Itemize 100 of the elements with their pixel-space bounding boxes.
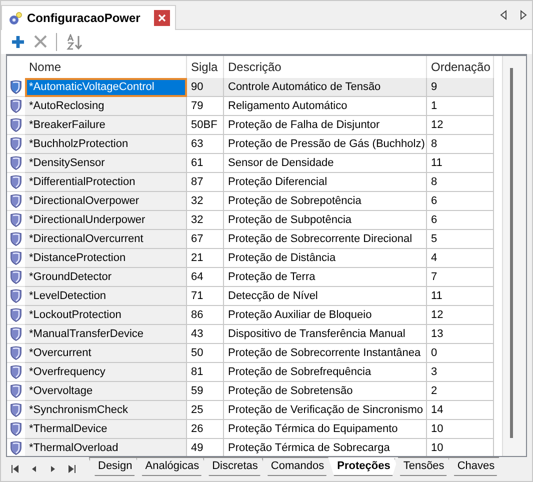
shield-icon	[10, 174, 22, 189]
table-cell: Proteção Térmica do Equipamento	[224, 420, 427, 439]
table-cell: 63	[187, 134, 224, 154]
last-sheet-icon[interactable]	[68, 465, 76, 474]
table-cell: 12	[427, 306, 494, 325]
table-cell: 11	[427, 154, 494, 173]
name-cell[interactable]: *Overvoltage	[25, 382, 187, 401]
shield-icon	[10, 270, 22, 284]
name-cell[interactable]: *DifferentialProtection	[25, 172, 187, 192]
table-cell: 26	[187, 420, 224, 439]
shield-icon	[10, 80, 22, 94]
previous-sheet-icon[interactable]	[30, 465, 38, 474]
table-cell: Proteção de Falha de Disjuntor	[224, 116, 427, 135]
name-cell[interactable]: *Overcurrent	[25, 344, 187, 363]
table-cell: 7	[427, 268, 494, 287]
table-cell: 59	[187, 382, 224, 401]
name-cell[interactable]: *AutoReclosing	[25, 96, 187, 116]
shield-icon	[10, 308, 22, 322]
shield-icon	[10, 402, 22, 417]
shield-icon	[10, 346, 22, 360]
table-cell: 64	[187, 268, 224, 287]
table-cell: 25	[187, 400, 224, 420]
shield-icon	[10, 118, 22, 132]
delete-icon[interactable]	[34, 35, 47, 48]
shield-icon	[10, 212, 22, 227]
table-cell: 71	[187, 286, 224, 306]
name-cell[interactable]: *SynchronismCheck	[25, 400, 187, 420]
table-cell: 6	[427, 192, 494, 211]
shield-icon	[10, 194, 22, 208]
table-cell: 50BF	[187, 116, 224, 135]
shield-icon	[10, 364, 22, 379]
next-sheet-icon[interactable]	[49, 465, 57, 474]
name-cell[interactable]: *LockoutProtection	[25, 306, 187, 325]
name-cell[interactable]: *DirectionalOverpower	[25, 192, 187, 211]
table-cell: 67	[187, 230, 224, 249]
shield-icon	[10, 422, 22, 436]
table-cell: 61	[187, 154, 224, 173]
close-button[interactable]	[154, 10, 170, 26]
vertical-scrollbar[interactable]	[502, 56, 526, 456]
table-cell: Proteção de Distância	[224, 248, 427, 268]
table-cell: 32	[187, 192, 224, 211]
table-cell: 14	[427, 400, 494, 420]
table-cell: 13	[427, 324, 494, 344]
scroll-right-icon[interactable]	[520, 10, 527, 20]
name-cell[interactable]: *GroundDetector	[25, 268, 187, 287]
first-sheet-icon[interactable]	[11, 465, 19, 474]
gear-icon	[7, 10, 23, 25]
table-cell: 87	[187, 172, 224, 192]
table-cell: 3	[427, 362, 494, 382]
shield-icon	[10, 288, 22, 303]
name-cell[interactable]: *BuchholzProtection	[25, 134, 187, 154]
name-cell[interactable]: *LevelDetection	[25, 286, 187, 306]
name-cell[interactable]: *DistanceProtection	[25, 248, 187, 268]
name-cell[interactable]: *DirectionalOvercurrent	[25, 230, 187, 249]
document-title: ConfiguracaoPower	[27, 10, 140, 25]
shield-icon	[10, 232, 22, 246]
table-cell: 21	[187, 248, 224, 268]
table-cell: 50	[187, 344, 224, 363]
shield-icon	[10, 326, 22, 341]
close-icon	[158, 14, 166, 22]
table-cell: Proteção Diferencial	[224, 172, 427, 192]
scroll-left-icon[interactable]	[500, 10, 507, 20]
table-cell: 49	[187, 438, 224, 456]
table-cell: 0	[427, 344, 494, 363]
sort-icon[interactable]	[66, 34, 84, 50]
table-cell: Dispositivo de Transferência Manual	[224, 324, 427, 344]
name-cell[interactable]: *DirectionalUnderpower	[25, 210, 187, 230]
table-cell: Controle Automático de Tensão	[224, 78, 427, 97]
shield-icon	[10, 156, 22, 170]
table-cell: Proteção de Sobrecorrente Instantânea	[224, 344, 427, 363]
name-cell[interactable]: *DensitySensor	[25, 154, 187, 173]
table-cell: Proteção de Pressão de Gás (Buchholz)	[224, 134, 427, 154]
add-icon[interactable]	[11, 34, 25, 49]
shield-icon	[10, 384, 22, 398]
table-cell: Religamento Automático	[224, 96, 427, 116]
table-cell: 81	[187, 362, 224, 382]
table-cell: 2	[427, 382, 494, 401]
table-cell: Proteção de Sobrecorrente Direcional	[224, 230, 427, 249]
table-cell: 79	[187, 96, 224, 116]
shield-icon	[10, 98, 22, 113]
name-cell[interactable]: *AutomaticVoltageControl	[25, 78, 187, 97]
shield-icon	[10, 136, 22, 151]
name-cell[interactable]: *ThermalOverload	[25, 438, 187, 456]
name-cell[interactable]: *Overfrequency	[25, 362, 187, 382]
name-cell[interactable]: *ManualTransferDevice	[25, 324, 187, 344]
document-tab[interactable]: ConfiguracaoPower	[1, 4, 176, 30]
table-cell: Sensor de Densidade	[224, 154, 427, 173]
table-cell: 43	[187, 324, 224, 344]
table-cell: 86	[187, 306, 224, 325]
table-cell: 32	[187, 210, 224, 230]
name-cell[interactable]: *BreakerFailure	[25, 116, 187, 135]
table-cell: 4	[427, 248, 494, 268]
sheet-tab[interactable]: Proteções	[328, 457, 398, 476]
table-cell: 5	[427, 230, 494, 249]
shield-icon	[10, 250, 22, 265]
name-cell[interactable]: *ThermalDevice	[25, 420, 187, 439]
table-cell: Proteção de Sobrepotência	[224, 192, 427, 211]
table-cell: 6	[427, 210, 494, 230]
table-cell: Proteção de Subpotência	[224, 210, 427, 230]
table-cell: Proteção de Verificação de Sincronismo	[224, 400, 427, 420]
